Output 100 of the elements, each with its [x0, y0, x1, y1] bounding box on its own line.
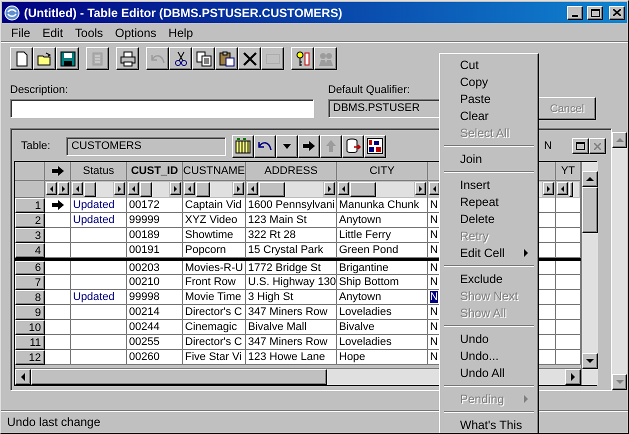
column-header[interactable]: CUST_ID — [127, 162, 183, 181]
context-menu-item[interactable]: Undo All — [442, 364, 536, 381]
row-number[interactable]: 9 — [15, 305, 45, 320]
row-number[interactable]: 6 — [15, 261, 45, 275]
table-cell: Hope — [337, 350, 428, 365]
table-tool-button[interactable] — [232, 134, 254, 158]
context-menu-item[interactable]: Insert — [442, 176, 536, 193]
table-cell: Anytown — [337, 290, 428, 305]
row-number[interactable]: 8 — [15, 290, 45, 305]
close-button[interactable] — [609, 6, 625, 20]
right-arrow-icon — [118, 186, 121, 192]
status-text: Undo last change — [7, 415, 100, 429]
selected-text: N — [430, 199, 438, 211]
table-tool-button[interactable] — [298, 134, 320, 158]
toolbar-button[interactable] — [146, 47, 169, 70]
up-arrow-icon — [586, 177, 594, 181]
table-cell: 00260 — [127, 350, 183, 365]
table-cell — [71, 228, 127, 243]
table-cell: 347 Miners Row — [246, 305, 337, 320]
toolbar-button[interactable] — [116, 47, 139, 70]
table-cell: 00172 — [127, 198, 183, 213]
menu-item[interactable]: Help — [162, 26, 200, 40]
column-header[interactable]: CITY — [337, 162, 428, 181]
context-menu-item[interactable]: Copy — [442, 73, 536, 90]
toolbar-button[interactable] — [86, 47, 109, 70]
row-number[interactable]: 4 — [15, 243, 45, 258]
table-field[interactable]: CUSTOMERS — [66, 136, 226, 156]
context-menu-item[interactable]: Delete — [442, 210, 536, 227]
row-number[interactable]: 1 — [15, 198, 45, 213]
column-scrollbar[interactable] — [246, 181, 337, 198]
table-label: Table: — [21, 140, 50, 152]
context-menu-item[interactable]: Exclude — [442, 270, 536, 287]
context-menu-item[interactable]: Undo... — [442, 347, 536, 364]
row-number[interactable]: 2 — [15, 213, 45, 228]
toolbar-button[interactable] — [215, 47, 238, 70]
table-tool-button[interactable] — [342, 134, 364, 158]
column-scrollbar[interactable] — [45, 181, 71, 198]
table-cell: 00210 — [127, 275, 183, 290]
selected-text: N — [430, 229, 438, 241]
toolbar-button[interactable] — [291, 47, 314, 70]
table-cell: 00255 — [127, 335, 183, 350]
scroll-thumb[interactable] — [582, 187, 598, 233]
menu-item[interactable]: Tools — [69, 26, 110, 40]
toolbar-button[interactable] — [192, 47, 215, 70]
context-menu-item[interactable]: Repeat — [442, 193, 536, 210]
context-menu-item[interactable]: Cut — [442, 56, 536, 73]
left-arrow-icon — [433, 186, 436, 192]
column-scrollbar[interactable] — [337, 181, 428, 198]
row-number[interactable]: 10 — [15, 320, 45, 335]
table-tool-button[interactable] — [364, 134, 386, 158]
table-cell: 99998 — [127, 290, 183, 305]
table-cell: Updated — [71, 198, 127, 213]
column-header[interactable]: ADDRESS — [246, 162, 337, 181]
menu-item[interactable]: File — [5, 26, 36, 40]
context-menu-item[interactable]: What's This — [442, 416, 536, 433]
selected-text: N — [430, 306, 438, 318]
column-scrollbar[interactable] — [127, 181, 183, 198]
column-header[interactable] — [45, 162, 71, 181]
toolbar-button[interactable] — [56, 47, 79, 70]
selected-text: N — [430, 276, 438, 288]
column-scrollbar[interactable] — [71, 181, 127, 198]
column-scrollbar[interactable] — [183, 181, 246, 198]
context-menu-item[interactable]: Edit Cell — [442, 244, 536, 261]
row-number[interactable]: 12 — [15, 350, 45, 365]
toolbar-button[interactable] — [314, 47, 337, 70]
table-tool-button[interactable] — [320, 134, 342, 158]
menu-item[interactable]: Edit — [36, 26, 70, 40]
maximize-button[interactable] — [587, 6, 603, 20]
selected-text: N — [430, 244, 438, 256]
table-tool-button[interactable] — [254, 134, 276, 158]
qualifier-label: Default Qualifier: — [328, 84, 411, 96]
table-cell: 123 Howe Lane — [246, 350, 337, 365]
vertical-scrollbar[interactable] — [581, 162, 598, 385]
table-cell — [71, 320, 127, 335]
context-menu-item[interactable]: Join — [442, 150, 536, 167]
minimize-icon — [572, 14, 578, 16]
right-arrow-icon — [328, 186, 331, 192]
panel-scrollbar[interactable] — [612, 132, 627, 390]
toolbar-button[interactable] — [238, 47, 261, 70]
toolbar-button[interactable] — [33, 47, 56, 70]
table-tool-button[interactable] — [276, 134, 298, 158]
column-header[interactable]: CUSTNAME — [183, 162, 246, 181]
window-title: (Untitled) - Table Editor (DBMS.PSTUSER.CUSTOMERS) — [24, 6, 344, 20]
toolbar-button[interactable] — [261, 47, 284, 70]
close-icon — [594, 142, 601, 150]
table-cell: Cinemagic — [183, 320, 246, 335]
close-button[interactable] — [589, 138, 606, 154]
toolbar-button[interactable] — [169, 47, 192, 70]
up-arrow-icon — [616, 138, 624, 142]
context-menu-item[interactable]: Undo — [442, 330, 536, 347]
table-cell: Movie Time — [183, 290, 246, 305]
minimize-button[interactable] — [567, 6, 583, 20]
column-header[interactable]: Status — [71, 162, 127, 181]
row-number[interactable]: 3 — [15, 228, 45, 243]
row-number[interactable]: 11 — [15, 335, 45, 350]
menu-item[interactable]: Options — [109, 26, 162, 40]
description-field[interactable] — [10, 99, 314, 118]
toolbar-button[interactable] — [10, 47, 33, 70]
row-number[interactable]: 7 — [15, 275, 45, 290]
maximize-button[interactable] — [572, 138, 589, 154]
